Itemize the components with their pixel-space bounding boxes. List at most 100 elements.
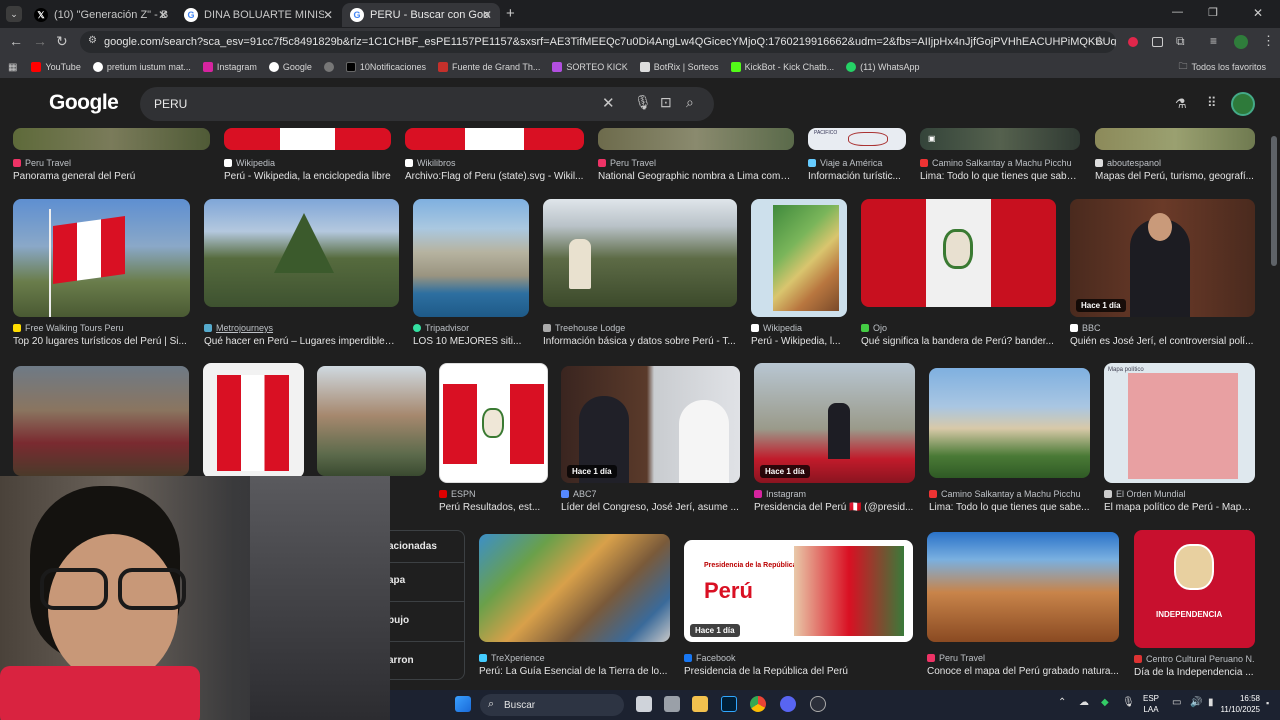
system-clock[interactable]: 16:58 11/10/2025	[1221, 693, 1260, 715]
image-result[interactable]: Camino Salkantay a Machu Picchu Lima: To…	[929, 368, 1090, 515]
back-icon[interactable]: ←	[9, 33, 23, 49]
labs-icon[interactable]: ⚗	[1175, 96, 1187, 112]
clear-icon[interactable]: ✕	[602, 94, 615, 112]
close-tab-icon[interactable]: ✕	[323, 8, 333, 22]
bookmark-star-icon[interactable]: ☆	[1094, 33, 1106, 49]
microphone-icon[interactable]: 🎙	[1122, 697, 1135, 708]
bookmark-youtube[interactable]: YouTube	[31, 62, 81, 72]
image-result[interactable]: Peru Travel Conoce el mapa del Perú grab…	[927, 532, 1119, 680]
google-logo[interactable]: Google	[49, 91, 119, 115]
app-icon[interactable]	[664, 696, 680, 712]
result-source: Viaje a América	[808, 158, 906, 168]
image-result[interactable]: Metrojourneys Qué hacer en Perú – Lugare…	[204, 199, 399, 349]
related-item[interactable]: arron	[388, 655, 414, 666]
image-result[interactable]: Wikipedia Perú - Wikipedia, l...	[751, 199, 847, 349]
address-bar[interactable]: ⚙ google.com/search?sca_esv=91cc7f5c8491…	[80, 31, 1116, 53]
notification-icon[interactable]: ▪	[1266, 698, 1269, 708]
image-result[interactable]: INDEPENDENCIA Centro Cultural Peruano N.…	[1134, 530, 1255, 680]
close-tab-icon[interactable]: ✕	[158, 8, 168, 22]
llama-machu-picchu-image	[543, 199, 737, 307]
close-tab-icon[interactable]: ✕	[482, 8, 492, 22]
media-icon[interactable]: ≡	[1210, 34, 1217, 48]
lens-icon[interactable]: ⊡	[660, 94, 672, 111]
app-icon[interactable]	[810, 696, 826, 712]
tab-x[interactable]: 𝕏 (10) "Generación Z" - Buscar / X ✕	[26, 3, 176, 27]
tab-search-button[interactable]: ⌄	[6, 6, 22, 22]
image-result[interactable]	[13, 366, 189, 478]
image-result[interactable]: ▣ Camino Salkantay a Machu Picchu Lima: …	[920, 128, 1080, 184]
related-item[interactable]: bujo	[388, 615, 409, 626]
bookmark-google[interactable]: Google	[268, 62, 312, 72]
image-result[interactable]: Tripadvisor LOS 10 MEJORES siti...	[413, 199, 529, 349]
related-item[interactable]: apa	[388, 575, 405, 586]
site-info-icon[interactable]: ⚙	[88, 35, 97, 46]
image-result[interactable]	[317, 366, 426, 478]
extension-icon[interactable]	[1152, 37, 1163, 47]
all-favorites[interactable]: 🗀 Todos los favoritos	[1178, 59, 1266, 75]
bookmark-instagram[interactable]: Instagram	[202, 62, 257, 72]
extensions-puzzle-icon[interactable]: ⧉	[1176, 34, 1185, 49]
image-result[interactable]: Wikipedia Perú - Wikipedia, la enciclope…	[224, 128, 391, 184]
network-icon[interactable]: ▭	[1172, 697, 1181, 708]
image-result[interactable]: Hace 1 día ABC7 Líder del Congreso, José…	[561, 366, 740, 515]
cloud-icon[interactable]: ☁	[1079, 697, 1089, 708]
image-result[interactable]: Free Walking Tours Peru Top 20 lugares t…	[13, 199, 190, 349]
reload-icon[interactable]: ↻	[56, 33, 68, 50]
tab-dina[interactable]: G DINA BOLUARTE MINISTROS - ... ✕	[176, 3, 341, 27]
taskbar-search-label: Buscar	[504, 699, 536, 711]
extension-icon[interactable]	[1128, 37, 1138, 47]
minimize-icon[interactable]: —	[1172, 6, 1183, 18]
image-result[interactable]: ESPN Perú Resultados, est...	[439, 363, 548, 515]
bookmark-unknown[interactable]	[323, 62, 334, 72]
taskbar-search[interactable]: ⌕ Buscar	[480, 694, 624, 716]
related-searches-panel: acionadas apa bujo arron	[388, 530, 465, 680]
page-scrollbar[interactable]	[1271, 136, 1277, 266]
image-result[interactable]: Hace 1 día BBC Quién es José Jerí, el co…	[1070, 199, 1255, 349]
apps-grid-icon[interactable]: ⠿	[1207, 95, 1217, 111]
image-result[interactable]: TreXperience Perú: La Guía Esencial de l…	[479, 534, 670, 680]
restore-icon[interactable]: ❐	[1208, 6, 1218, 19]
discord-icon[interactable]	[780, 696, 796, 712]
bookmark-whatsapp[interactable]: (11) WhatsApp	[846, 62, 919, 72]
task-view-icon[interactable]	[636, 696, 652, 712]
image-result[interactable]: aboutespanol Mapas del Perú, turismo, ge…	[1095, 128, 1255, 184]
battery-icon[interactable]: ▮	[1208, 697, 1214, 708]
image-result[interactable]: Ojo Qué significa la bandera de Perú? ba…	[861, 199, 1056, 349]
bookmark-kickbot[interactable]: KickBot - Kick Chatb...	[730, 62, 834, 72]
forward-icon[interactable]: →	[33, 33, 47, 49]
new-tab-icon[interactable]: +	[506, 5, 515, 22]
profile-avatar[interactable]	[1234, 35, 1248, 49]
image-result[interactable]: Mapa político El Orden Mundial El mapa p…	[1104, 363, 1255, 515]
close-window-icon[interactable]: ✕	[1253, 6, 1263, 20]
bookmark-notifications[interactable]: 10Notificaciones	[345, 62, 426, 72]
image-result[interactable]: PACIFICO Viaje a América Información tur…	[808, 128, 906, 184]
result-source: Camino Salkantay a Machu Picchu	[920, 158, 1080, 168]
file-explorer-icon[interactable]	[692, 696, 708, 712]
bookmark-botrix[interactable]: BotRix | Sorteos	[639, 62, 719, 72]
bookmark-pretium[interactable]: pretium iustum mat...	[92, 62, 191, 72]
bookmark-sorteo[interactable]: SORTEO KICK	[552, 62, 628, 72]
windows-start-icon[interactable]	[455, 696, 471, 712]
volume-icon[interactable]: 🔊	[1190, 697, 1202, 708]
language-indicator[interactable]: ESP LAA	[1143, 693, 1159, 715]
security-icon[interactable]: ◆	[1101, 697, 1109, 708]
menu-icon[interactable]: ⋮	[1262, 33, 1275, 49]
related-item[interactable]: acionadas	[388, 541, 437, 552]
photoshop-icon[interactable]	[721, 696, 737, 712]
profile-avatar[interactable]	[1231, 92, 1255, 116]
image-result[interactable]: Presidencia de la República del Perú Hac…	[684, 540, 913, 680]
image-result[interactable]	[203, 363, 304, 478]
image-result[interactable]: Peru Travel National Geographic nombra a…	[598, 128, 794, 184]
image-result[interactable]: Treehouse Lodge Información básica y dat…	[543, 199, 737, 349]
image-result[interactable]: Peru Travel Panorama general del Perú	[13, 128, 210, 184]
image-result[interactable]: Hace 1 día Instagram Presidencia del Per…	[754, 363, 915, 515]
apps-grid-icon[interactable]: ▦	[8, 62, 17, 73]
bookmark-fuente[interactable]: Fuente de Grand Th...	[437, 62, 540, 72]
tab-peru[interactable]: G PERU - Buscar con Google ✕	[342, 3, 500, 27]
search-icon[interactable]: ⌕	[686, 94, 694, 111]
search-input[interactable]: PERU ✕ 🎙 ⊡ ⌕	[140, 87, 714, 121]
microphone-icon[interactable]: 🎙	[634, 94, 652, 111]
chrome-icon[interactable]	[750, 696, 766, 712]
image-result[interactable]: Wikilibros Archivo:Flag of Peru (state).…	[405, 128, 584, 184]
tray-chevron-icon[interactable]: ⌃	[1058, 697, 1066, 708]
